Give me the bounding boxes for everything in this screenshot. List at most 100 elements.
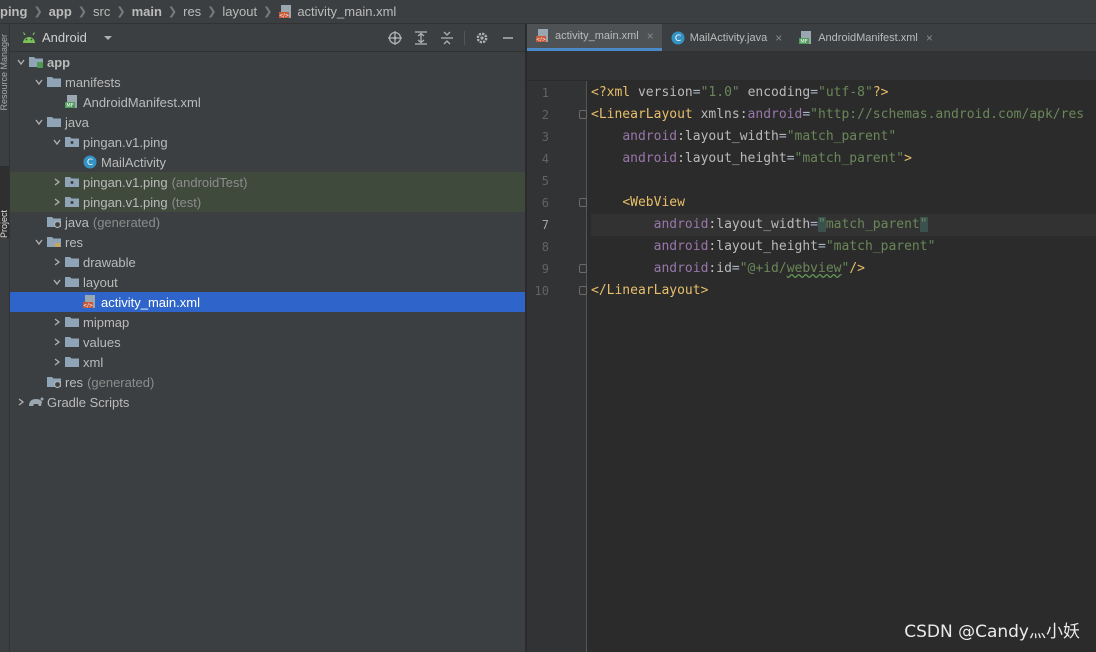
chevron-right-icon[interactable] — [52, 177, 62, 187]
breadcrumb-item[interactable]: main — [132, 4, 162, 19]
chevron-down-icon[interactable] — [34, 117, 44, 127]
editor-tab[interactable]: MF AndroidManifest.xml × — [790, 24, 941, 51]
breadcrumb-label: activity_main.xml — [297, 4, 397, 19]
tree-toggle[interactable] — [50, 252, 64, 272]
chevron-down-icon[interactable] — [16, 57, 26, 67]
breadcrumb-separator: ❯ — [167, 6, 178, 18]
breadcrumb-item[interactable]: </> activity_main.xml — [278, 4, 396, 20]
tree-node[interactable]: xml — [10, 352, 525, 372]
res-folder-icon — [47, 237, 61, 247]
tree-toggle[interactable] — [32, 72, 46, 92]
code-token: "utf-8" — [818, 85, 873, 100]
chevron-right-icon[interactable] — [16, 397, 26, 407]
folder-icon — [47, 77, 61, 87]
package-icon — [65, 137, 79, 147]
class-icon: C — [83, 155, 97, 169]
code-token: = — [778, 129, 787, 144]
project-view-selector[interactable]: Android — [22, 30, 113, 45]
code-token: :layout_height — [677, 151, 787, 166]
tree-node-icon-wrap — [46, 375, 62, 389]
breadcrumb-item[interactable]: src — [93, 4, 110, 19]
code-token: android — [653, 261, 709, 276]
breadcrumb-item[interactable]: res — [183, 4, 201, 19]
tree-node[interactable]: values — [10, 332, 525, 352]
code-token: :id — [708, 261, 732, 276]
fold-marker[interactable] — [579, 264, 587, 273]
class-icon: C — [671, 31, 685, 44]
chevron-right-icon[interactable] — [52, 257, 62, 267]
expand-all-button[interactable] — [408, 26, 434, 50]
project-tab[interactable]: Project — [0, 166, 9, 238]
tree-node[interactable]: </> activity_main.xml — [10, 292, 525, 312]
tree-node[interactable]: drawable — [10, 252, 525, 272]
code-line: <?xml version="1.0" encoding="utf-8"?> — [591, 82, 1096, 104]
tree-toggle[interactable] — [50, 192, 64, 212]
tree-node[interactable]: C MailActivity — [10, 152, 525, 172]
tree-node[interactable]: pingan.v1.ping — [10, 132, 525, 152]
tree-toggle[interactable] — [50, 352, 64, 372]
fold-marker[interactable] — [579, 110, 587, 119]
breadcrumb-item[interactable]: layout — [222, 4, 257, 19]
breadcrumb-item[interactable]: ping — [0, 4, 27, 19]
fold-marker[interactable] — [579, 286, 587, 295]
tree-toggle[interactable] — [50, 172, 64, 192]
code-line: android:id="@+id/webview"/> — [591, 258, 1096, 280]
fold-marker[interactable] — [579, 198, 587, 207]
chevron-down-icon[interactable] — [52, 137, 62, 147]
tree-toggle[interactable] — [32, 112, 46, 132]
folder-icon — [47, 117, 61, 127]
tree-toggle[interactable] — [50, 312, 64, 332]
tree-node[interactable]: Gradle Scripts — [10, 392, 525, 412]
editor-tab[interactable]: </> activity_main.xml × — [527, 24, 662, 51]
resource-manager-tab[interactable]: Resource Manager — [0, 34, 9, 111]
breadcrumb-item[interactable]: app — [49, 4, 72, 19]
tree-node-label: res — [65, 374, 84, 390]
code-token: android — [653, 217, 709, 232]
breadcrumb-label: app — [48, 4, 72, 19]
tree-toggle[interactable] — [14, 52, 28, 72]
tree-toggle[interactable] — [50, 272, 64, 292]
chevron-right-icon[interactable] — [52, 357, 62, 367]
chevron-down-icon[interactable] — [34, 77, 44, 87]
code-token: </LinearLayout> — [591, 283, 709, 298]
options-button[interactable] — [469, 26, 495, 50]
select-opened-file-button[interactable] — [382, 26, 408, 50]
code-token: = — [810, 85, 819, 100]
code-editor[interactable]: <?xml version="1.0" encoding="utf-8"?> <L… — [591, 81, 1096, 652]
tree-node[interactable]: java (generated) — [10, 212, 525, 232]
chevron-right-icon[interactable] — [52, 197, 62, 207]
tree-toggle[interactable] — [50, 132, 64, 152]
chevron-right-icon[interactable] — [52, 317, 62, 327]
chevron-down-icon[interactable] — [34, 237, 44, 247]
close-icon[interactable]: × — [926, 31, 933, 45]
editor-tab[interactable]: C MailActivity.java × — [662, 24, 790, 51]
tree-node[interactable]: res (generated) — [10, 372, 525, 392]
tree-node[interactable]: java — [10, 112, 525, 132]
editor-toolbar — [527, 52, 1096, 80]
close-icon[interactable]: × — [775, 31, 782, 45]
editor-tab-label: MailActivity.java — [689, 31, 768, 44]
code-token: "1.0" — [700, 85, 740, 100]
tree-node[interactable]: layout — [10, 272, 525, 292]
tree-node-icon-wrap — [46, 235, 62, 249]
collapse-all-button[interactable] — [434, 26, 460, 50]
tree-node[interactable]: app — [10, 52, 525, 72]
tree-node[interactable]: pingan.v1.ping (test) — [10, 192, 525, 212]
folder-icon — [65, 317, 79, 327]
tree-node-icon-wrap — [28, 55, 44, 69]
tree-node[interactable]: res — [10, 232, 525, 252]
tree-node[interactable]: MF AndroidManifest.xml — [10, 92, 525, 112]
hide-panel-button[interactable] — [495, 26, 521, 50]
tree-toggle[interactable] — [32, 232, 46, 252]
chevron-right-icon[interactable] — [52, 337, 62, 347]
tree-node[interactable]: pingan.v1.ping (androidTest) — [10, 172, 525, 192]
tree-toggle[interactable] — [50, 332, 64, 352]
tree-toggle[interactable] — [14, 392, 28, 412]
tree-node[interactable]: manifests — [10, 72, 525, 92]
close-icon[interactable]: × — [647, 29, 654, 43]
tree-node[interactable]: mipmap — [10, 312, 525, 332]
chevron-down-icon[interactable] — [52, 277, 62, 287]
svg-text:MF: MF — [66, 103, 73, 109]
code-token: webview — [786, 261, 842, 276]
